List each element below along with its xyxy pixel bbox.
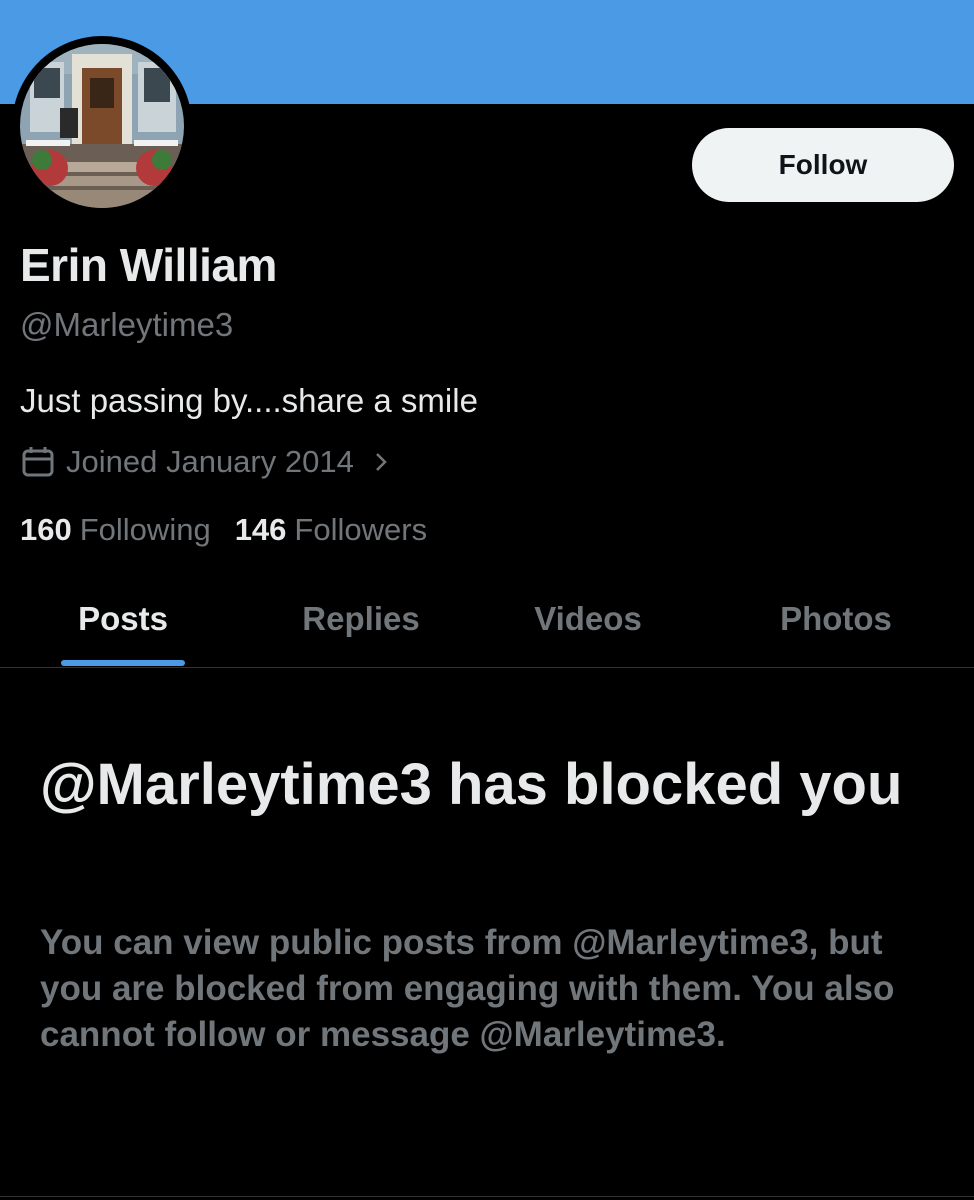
following-stat[interactable]: 160 Following — [20, 512, 211, 548]
following-count: 160 — [20, 512, 72, 547]
profile-handle: @Marleytime3 — [20, 306, 234, 343]
joined-date: Joined January 2014 — [66, 444, 354, 479]
followers-label: Followers — [294, 512, 428, 547]
avatar[interactable] — [12, 36, 192, 216]
blocked-message: You can view public posts from @Marleyti… — [40, 923, 895, 1054]
active-tab-indicator — [61, 660, 185, 666]
followers-count: 146 — [234, 512, 287, 547]
divider — [0, 1196, 974, 1197]
avatar-photo — [20, 44, 184, 208]
profile-bio: Just passing by....share a smile — [20, 382, 478, 419]
tab-videos[interactable]: Videos — [534, 600, 642, 638]
following-label: Following — [79, 512, 211, 547]
blocked-title: @Marleytime3 has blocked you — [40, 752, 903, 817]
follow-stats: 160 Following 146 Followers — [20, 512, 427, 548]
tab-replies[interactable]: Replies — [302, 600, 419, 638]
chevron-right-icon — [375, 453, 387, 471]
follow-button[interactable]: Follow — [692, 128, 954, 202]
profile-tabs: Posts Replies Videos Photos — [0, 590, 974, 668]
followers-stat[interactable]: 146 Followers — [235, 512, 427, 548]
calendar-icon — [22, 447, 54, 477]
profile-name: Erin William — [20, 239, 277, 291]
joined-date-row[interactable]: Joined January 2014 — [20, 444, 392, 480]
tab-photos[interactable]: Photos — [780, 600, 892, 638]
tab-posts[interactable]: Posts — [78, 600, 168, 638]
